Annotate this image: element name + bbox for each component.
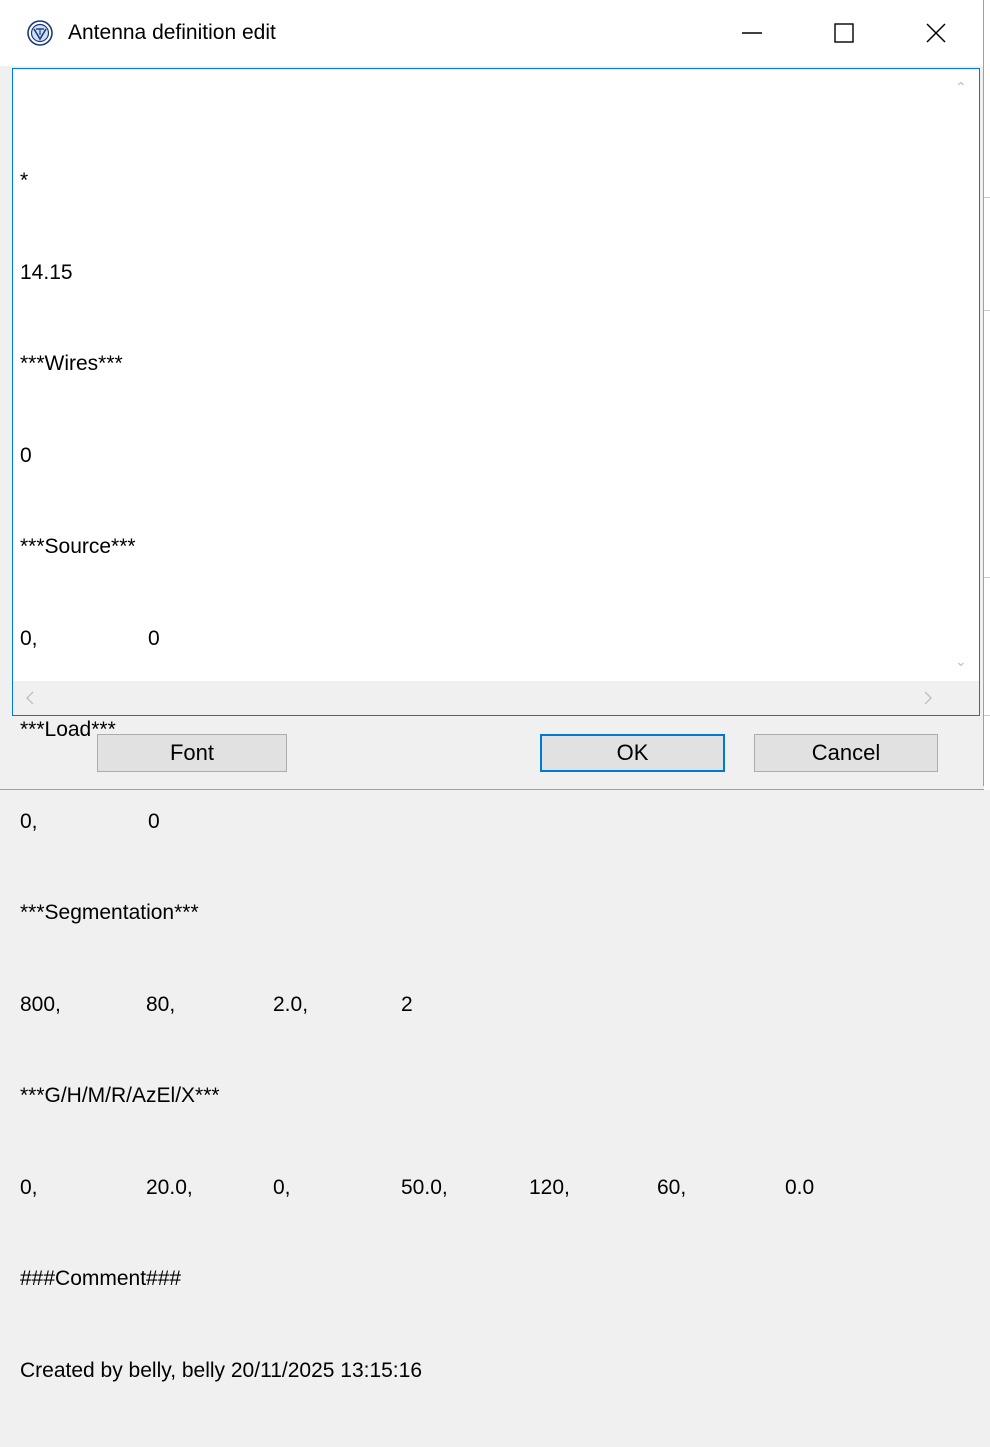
maximize-button[interactable]	[798, 0, 890, 66]
editor-cell: *	[20, 169, 29, 192]
scroll-up-icon[interactable]: ⌃	[955, 79, 967, 96]
scroll-right-icon[interactable]	[923, 691, 933, 705]
antenna-app-icon	[27, 20, 53, 46]
scrollbar-corner	[945, 681, 979, 715]
editor-line: Created by belly, belly 20/11/2025 13:15…	[20, 1356, 940, 1387]
editor-cell: 20.0,	[146, 1175, 193, 1199]
editor-line: ***Wires***	[20, 349, 940, 380]
editor-cell: 0,	[273, 1175, 291, 1199]
editor-cell: 14.15	[20, 260, 73, 284]
editor-cell: 60,	[657, 1175, 687, 1199]
maximize-icon	[834, 23, 854, 43]
antenna-definition-dialog: Antenna definition edit * 14.15 ***Wires…	[0, 0, 984, 1382]
editor-cell: 2.0,	[273, 992, 309, 1016]
horizontal-scrollbar[interactable]	[13, 681, 979, 715]
editor-cell: 0	[148, 626, 160, 650]
editor-line: 14.15	[20, 258, 940, 289]
editor-cell: ***Segmentation***	[20, 901, 199, 924]
editor-line: ***G/H/M/R/AzEl/X***	[20, 1081, 940, 1112]
cancel-button[interactable]: Cancel	[754, 734, 938, 772]
close-icon	[926, 23, 946, 43]
font-button[interactable]: Font	[97, 734, 287, 772]
editor-cell: 50.0,	[401, 1175, 448, 1199]
minimize-button[interactable]	[706, 0, 798, 66]
editor-line: ###Comment###	[20, 1264, 940, 1295]
editor-cell: ***Wires***	[20, 352, 123, 375]
scroll-down-icon[interactable]: ⌄	[955, 653, 967, 670]
minimize-icon	[742, 32, 762, 34]
scroll-left-icon[interactable]	[25, 691, 35, 705]
editor-line: 0	[20, 441, 940, 472]
editor-cell: 800,	[20, 992, 61, 1016]
editor-cell: 120,	[529, 1175, 570, 1199]
editor-line: 800, 80, 2.0, 2	[20, 990, 940, 1021]
editor-line: 0, 0	[20, 624, 940, 655]
editor-cell: 0.0	[785, 1175, 815, 1199]
editor-line: ***Segmentation***	[20, 898, 940, 929]
editor-cell: 0,	[20, 809, 38, 833]
desktop-background	[984, 0, 990, 790]
editor-line: *	[20, 166, 940, 197]
editor-cell: ***G/H/M/R/AzEl/X***	[20, 1084, 220, 1107]
definition-text-editor[interactable]: * 14.15 ***Wires*** 0 ***Source*** 0, 0 …	[12, 68, 980, 1382]
editor-cell: ###Comment###	[20, 1267, 182, 1290]
editor-line: ***Source***	[20, 532, 940, 563]
editor-cell: 2	[401, 992, 413, 1016]
window-title: Antenna definition edit	[68, 21, 276, 44]
editor-content: * 14.15 ***Wires*** 0 ***Source*** 0, 0 …	[20, 105, 940, 1447]
editor-cell: 0,	[20, 626, 38, 650]
editor-cell: 0	[148, 809, 160, 833]
editor-cell: Created by belly, belly 20/11/2025 13:15…	[20, 1358, 423, 1382]
ok-button[interactable]: OK	[540, 734, 725, 772]
editor-line: 0, 20.0, 0, 50.0, 120, 60, 0.0	[20, 1173, 940, 1204]
editor-cell: ***Source***	[20, 535, 136, 558]
editor-line: 0, 0	[20, 807, 940, 838]
title-bar[interactable]: Antenna definition edit	[0, 0, 984, 66]
vertical-scrollbar[interactable]: ⌃ ⌄	[945, 69, 979, 681]
editor-cell: 0,	[20, 1175, 38, 1199]
close-button[interactable]	[890, 0, 982, 66]
dialog-border	[983, 0, 984, 786]
editor-cell: 0	[20, 443, 32, 467]
editor-cell: 80,	[146, 992, 176, 1016]
